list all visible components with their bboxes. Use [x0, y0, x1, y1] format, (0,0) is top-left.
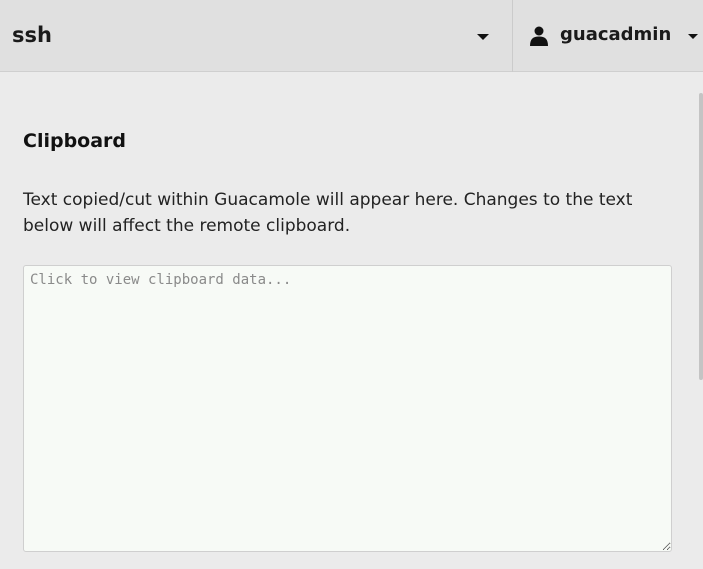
connection-name: ssh [12, 23, 52, 47]
user-icon [530, 26, 548, 46]
clipboard-description: Text copied/cut within Guacamole will ap… [23, 190, 633, 236]
clipboard-textarea[interactable] [23, 265, 672, 552]
caret-down-icon [688, 34, 698, 39]
clipboard-panel: Clipboard Text copied/cut within Guacamo… [0, 72, 699, 569]
scrollbar[interactable] [699, 93, 703, 380]
caret-down-icon [477, 34, 489, 40]
username: guacadmin [560, 24, 672, 45]
section-title: Clipboard [23, 130, 127, 152]
connection-menu-toggle[interactable]: ssh [0, 0, 512, 72]
user-menu[interactable]: guacadmin [513, 0, 703, 72]
menu-header: ssh guacadmin [0, 0, 703, 72]
